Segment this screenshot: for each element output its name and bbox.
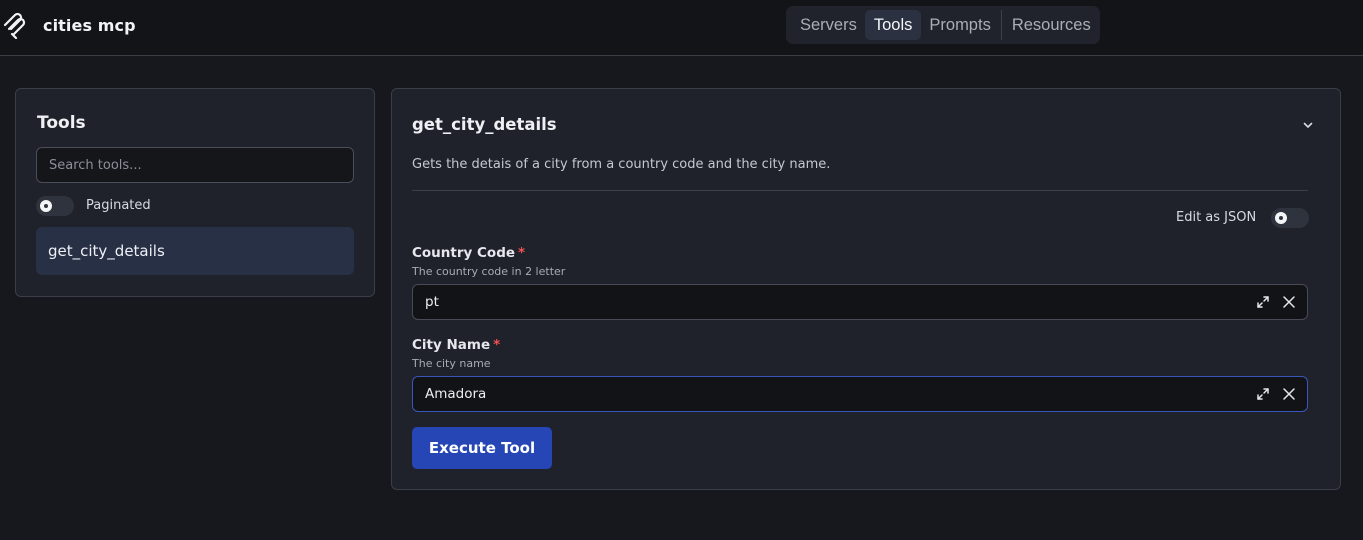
search-input[interactable]	[36, 147, 354, 183]
edit-json-toggle[interactable]	[1271, 208, 1309, 228]
tool-description: Gets the detais of a city from a country…	[412, 157, 831, 172]
paginated-label: Paginated	[86, 198, 151, 213]
close-icon[interactable]	[1282, 387, 1296, 401]
country-code-label: Country Code *	[412, 245, 525, 261]
city-name-label: City Name *	[412, 337, 500, 353]
country-code-value: pt	[425, 294, 439, 310]
required-marker: *	[518, 245, 526, 261]
required-marker: *	[493, 337, 501, 353]
tool-title: get_city_details	[412, 115, 557, 134]
tools-panel-heading: Tools	[37, 113, 86, 133]
paginated-toggle[interactable]	[36, 196, 74, 216]
execute-tool-button[interactable]: Execute Tool	[412, 427, 552, 469]
city-name-value: Amadora	[425, 386, 487, 402]
nav-divider	[1000, 10, 1002, 40]
tab-servers[interactable]: Servers	[792, 10, 865, 40]
main-nav: Servers Tools Prompts Resources	[786, 6, 1100, 44]
city-name-hint: The city name	[412, 357, 491, 370]
top-bar: cities mcp Servers Tools Prompts Resourc…	[0, 0, 1363, 56]
toggle-knob	[40, 200, 52, 212]
app-title: cities mcp	[43, 16, 136, 35]
toggle-knob	[1275, 212, 1287, 224]
close-icon[interactable]	[1282, 295, 1296, 309]
country-code-hint: The country code in 2 letter	[412, 265, 566, 278]
edit-json-label: Edit as JSON	[1176, 210, 1257, 225]
chevron-down-icon[interactable]	[1302, 119, 1314, 131]
country-code-field[interactable]: pt	[412, 284, 1308, 320]
tools-panel: Tools Paginated get_city_details	[15, 88, 375, 297]
country-code-label-text: Country Code	[412, 245, 516, 261]
mcp-logo-icon	[3, 12, 26, 39]
tab-tools[interactable]: Tools	[864, 10, 922, 40]
expand-icon[interactable]	[1256, 295, 1270, 309]
tool-item-get-city-details[interactable]: get_city_details	[36, 227, 354, 275]
tool-detail-panel: get_city_details Gets the detais of a ci…	[391, 88, 1341, 490]
tab-prompts[interactable]: Prompts	[921, 10, 998, 40]
divider	[412, 190, 1308, 191]
tab-resources[interactable]: Resources	[1004, 10, 1099, 40]
expand-icon[interactable]	[1256, 387, 1270, 401]
city-name-label-text: City Name	[412, 337, 491, 353]
city-name-field[interactable]: Amadora	[412, 376, 1308, 412]
